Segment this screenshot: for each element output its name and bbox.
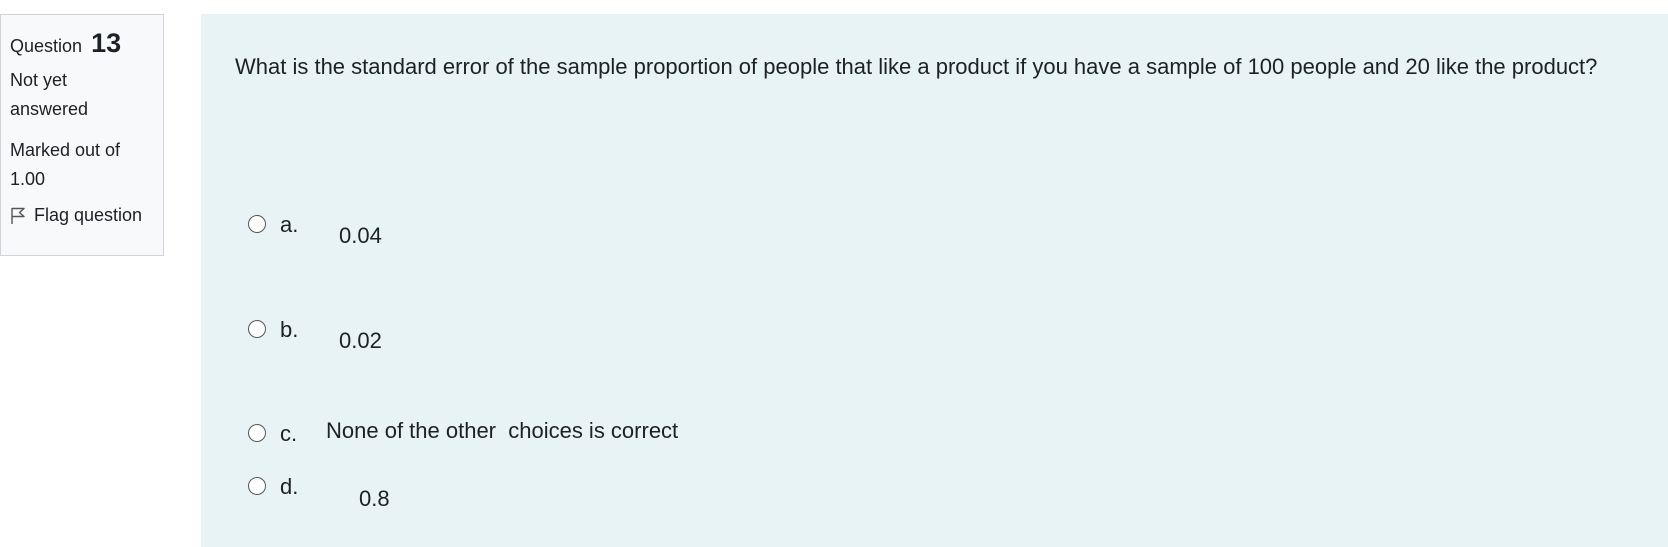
option-letter: d. [280, 474, 299, 499]
question-number: 13 [91, 28, 122, 58]
option-b[interactable]: b. [248, 317, 298, 343]
question-info-panel: Question 13 Not yet answered Marked out … [0, 14, 164, 256]
radio-icon[interactable] [248, 215, 266, 233]
question-text: What is the standard error of the sample… [235, 54, 1598, 79]
question-grade: Marked out of 1.00 [10, 140, 121, 189]
question-label: Question [10, 36, 83, 56]
question-content: What is the standard error of the sample… [201, 14, 1668, 547]
radio-icon[interactable] [248, 320, 266, 338]
flag-question-label: Flag question [34, 205, 143, 225]
question-state: Not yet answered [10, 70, 89, 119]
option-letter: b. [280, 317, 299, 342]
option-c-text[interactable]: None of the other choices is correct [326, 418, 678, 444]
flag-question-button[interactable]: Flag question [10, 205, 163, 226]
option-c[interactable]: c. [248, 421, 297, 447]
radio-icon[interactable] [248, 424, 266, 442]
question-number-line: Question 13 [10, 25, 163, 64]
option-b-text[interactable]: 0.02 [339, 328, 382, 354]
option-d[interactable]: d. [248, 474, 298, 500]
option-letter: a. [280, 212, 299, 237]
radio-icon[interactable] [248, 477, 266, 495]
flag-icon [11, 207, 25, 224]
option-a[interactable]: a. [248, 212, 298, 238]
option-a-text[interactable]: 0.04 [339, 223, 382, 249]
option-letter: c. [280, 421, 298, 446]
option-d-text[interactable]: 0.8 [359, 486, 390, 512]
